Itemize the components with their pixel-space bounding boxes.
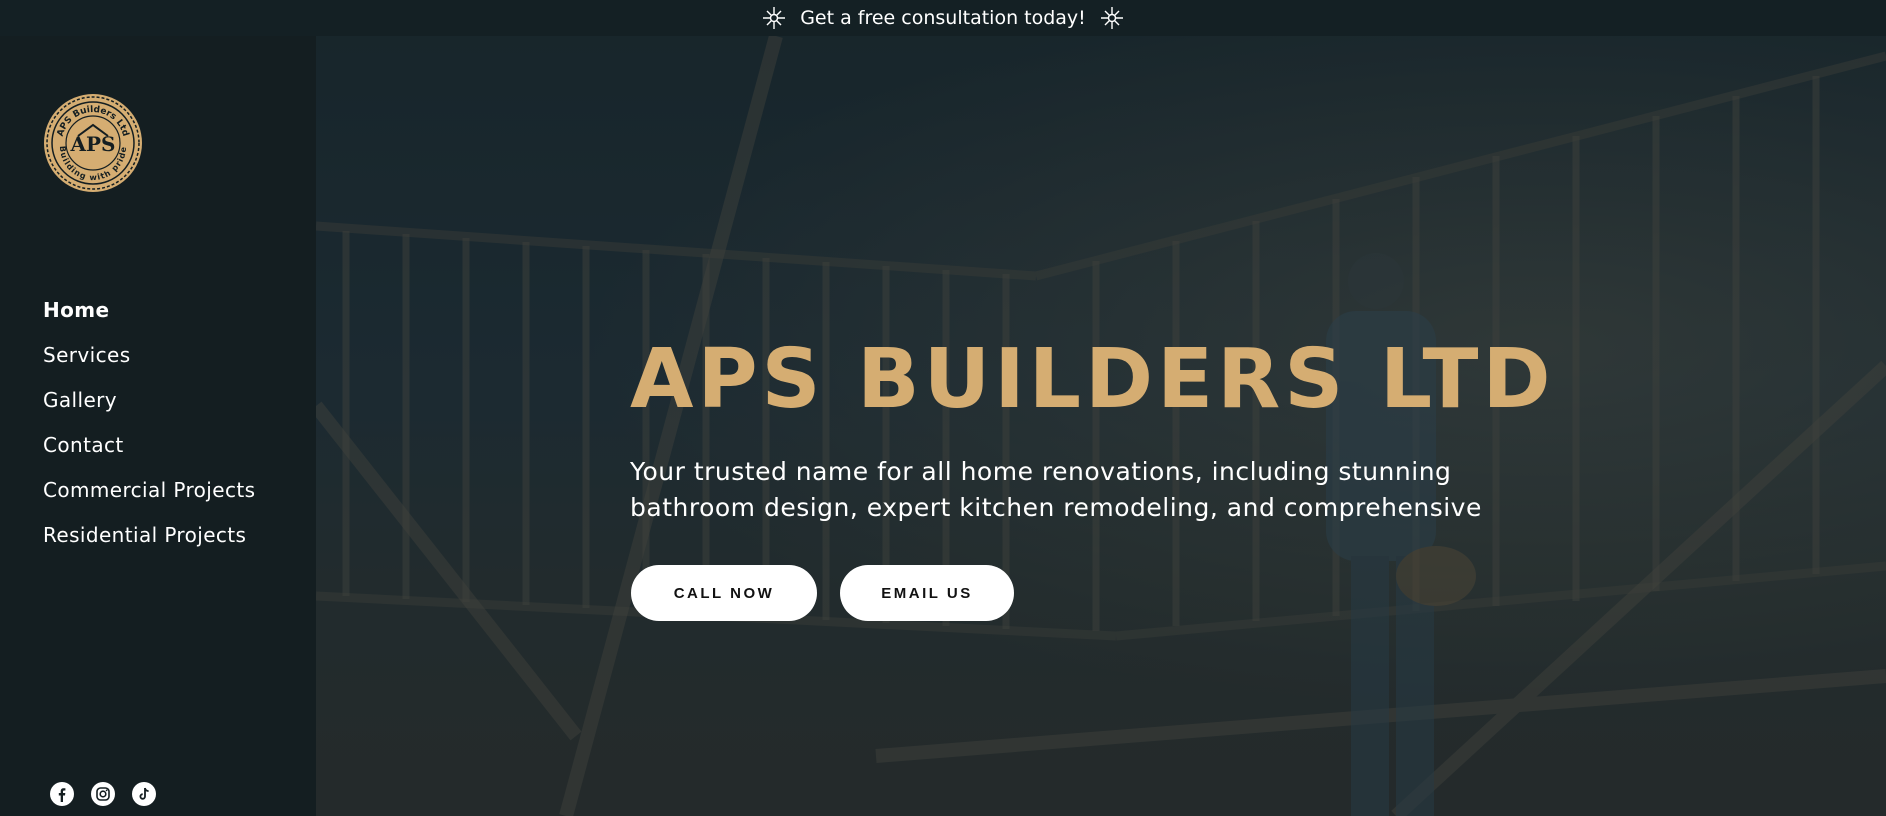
social-links <box>50 782 156 806</box>
call-now-button[interactable]: CALL NOW <box>631 565 817 621</box>
sparkle-icon <box>762 6 786 30</box>
hero-section: APS BUILDERS LTD Your trusted name for a… <box>316 36 1886 816</box>
facebook-icon[interactable] <box>50 782 74 806</box>
email-us-button[interactable]: EMAIL US <box>840 565 1014 621</box>
tiktok-icon[interactable] <box>132 782 156 806</box>
nav-item-residential-projects[interactable]: Residential Projects <box>43 523 255 568</box>
nav-item-home[interactable]: Home <box>43 298 255 343</box>
nav-item-contact[interactable]: Contact <box>43 433 255 478</box>
announcement-bar: Get a free consultation today! <box>0 0 1886 36</box>
company-logo[interactable]: APS Builders Ltd Building with pride APS <box>42 92 144 194</box>
instagram-icon[interactable] <box>91 782 115 806</box>
svg-text:APS: APS <box>70 132 116 156</box>
nav-item-gallery[interactable]: Gallery <box>43 388 255 433</box>
announcement-text[interactable]: Get a free consultation today! <box>800 7 1086 29</box>
nav-item-services[interactable]: Services <box>43 343 255 388</box>
nav-item-commercial-projects[interactable]: Commercial Projects <box>43 478 255 523</box>
main-nav: Home Services Gallery Contact Commercial… <box>43 298 255 568</box>
hero-subtitle: Your trusted name for all home renovatio… <box>630 457 1482 522</box>
sparkle-icon <box>1100 6 1124 30</box>
sidebar: APS Builders Ltd Building with pride APS… <box>0 36 316 816</box>
hero-title: APS BUILDERS LTD <box>630 332 1555 427</box>
